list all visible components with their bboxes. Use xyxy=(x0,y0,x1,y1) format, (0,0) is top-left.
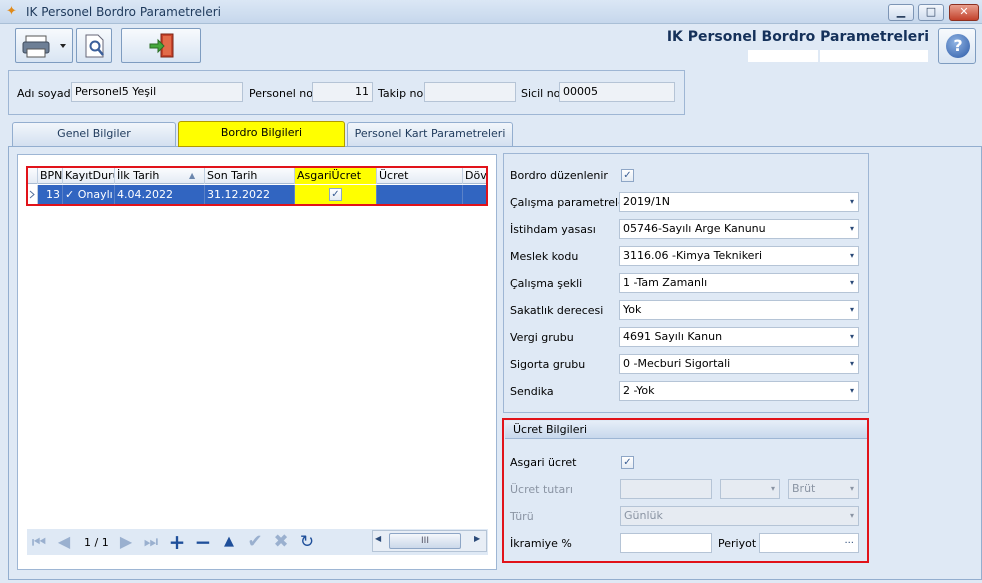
chevron-down-icon: ▾ xyxy=(849,386,854,395)
calisma-param-label: Çalışma parametreleri xyxy=(510,196,633,209)
close-button[interactable]: ✕ xyxy=(949,4,979,21)
chevron-down-icon: ▾ xyxy=(849,278,854,287)
sendika-label: Sendika xyxy=(510,385,554,398)
sigorta-label: Sigorta grubu xyxy=(510,358,586,371)
bordro-duzenlenir-label: Bordro düzenlenir xyxy=(510,169,608,182)
calisma-sekli-select[interactable]: 1 -Tam Zamanlı ▾ xyxy=(619,273,859,293)
maximize-button[interactable]: □ xyxy=(918,4,944,21)
grid-highlight-box xyxy=(26,166,488,206)
pager-text: 1 / 1 xyxy=(84,536,109,549)
chevron-down-icon: ▾ xyxy=(849,332,854,341)
minimize-button[interactable]: ▁ xyxy=(888,4,914,21)
exit-door-icon xyxy=(149,33,174,58)
prev-record-icon[interactable]: ◀ xyxy=(54,532,74,552)
first-record-icon[interactable]: ⏮ xyxy=(29,532,49,552)
sicil-no-field[interactable]: 00005 xyxy=(559,82,675,102)
sigorta-select[interactable]: 0 -Mecburi Sigortali ▾ xyxy=(619,354,859,374)
vergi-label: Vergi grubu xyxy=(510,331,574,344)
scroll-right-icon[interactable]: ▶ xyxy=(474,534,480,543)
personel-no-label: Personel no xyxy=(249,87,313,100)
calisma-sekli-label: Çalışma şekli xyxy=(510,277,583,290)
preview-button[interactable] xyxy=(76,28,112,63)
delete-record-icon[interactable]: − xyxy=(193,532,213,552)
window-title: IK Personel Bordro Parametreleri xyxy=(26,5,221,19)
refresh-icon[interactable]: ↻ xyxy=(297,532,317,552)
edit-record-icon[interactable]: ▲ xyxy=(219,532,239,552)
meslek-label: Meslek kodu xyxy=(510,250,579,263)
chevron-down-icon: ▾ xyxy=(849,197,854,206)
print-button[interactable] xyxy=(15,28,73,63)
horizontal-scrollbar[interactable]: ◀ III ▶ xyxy=(372,530,487,552)
chevron-down-icon: ▾ xyxy=(849,251,854,260)
scroll-left-icon[interactable]: ◀ xyxy=(375,534,381,543)
name-label: Adı soyadı xyxy=(17,87,74,100)
next-record-icon[interactable]: ▶ xyxy=(116,532,136,552)
takip-no-field[interactable] xyxy=(424,82,516,102)
name-field[interactable]: Personel5 Yeşil xyxy=(71,82,243,102)
last-record-icon[interactable]: ⏭ xyxy=(141,532,161,552)
printer-icon xyxy=(22,35,66,58)
istihdam-select[interactable]: 05746-Sayılı Arge Kanunu ▾ xyxy=(619,219,859,239)
exit-button[interactable] xyxy=(121,28,201,63)
istihdam-label: İstihdam yasası xyxy=(510,223,596,236)
sakatlik-select[interactable]: Yok ▾ xyxy=(619,300,859,320)
header-strip xyxy=(820,50,928,62)
save-record-icon[interactable]: ✔ xyxy=(245,532,265,552)
chevron-down-icon: ▾ xyxy=(849,224,854,233)
help-button[interactable]: ? xyxy=(938,28,976,64)
takip-no-label: Takip no xyxy=(378,87,424,100)
page-title: IK Personel Bordro Parametreleri xyxy=(666,29,929,45)
header-strip xyxy=(748,50,818,62)
tab-personel-kart-parametreleri[interactable]: Personel Kart Parametreleri xyxy=(347,122,513,146)
help-icon: ? xyxy=(946,34,970,58)
sakatlik-label: Sakatlık derecesi xyxy=(510,304,604,317)
ucret-highlight-box xyxy=(502,418,869,563)
sendika-select[interactable]: 2 -Yok ▾ xyxy=(619,381,859,401)
document-search-icon xyxy=(85,34,104,58)
meslek-select[interactable]: 3116.06 -Kimya Teknikeri ▾ xyxy=(619,246,859,266)
chevron-down-icon: ▾ xyxy=(849,359,854,368)
personel-no-field[interactable]: 11 xyxy=(312,82,373,102)
bordro-duzenlenir-checkbox[interactable]: ✓ xyxy=(621,169,634,182)
cancel-record-icon[interactable]: ✖ xyxy=(271,532,291,552)
add-record-icon[interactable]: + xyxy=(167,532,187,552)
bordro-grid-panel xyxy=(17,154,497,570)
scroll-thumb[interactable]: III xyxy=(389,533,461,549)
sicil-no-label: Sicil no xyxy=(521,87,561,100)
vergi-select[interactable]: 4691 Sayılı Kanun ▾ xyxy=(619,327,859,347)
butterfly-app-icon: ✦ xyxy=(6,4,17,19)
calisma-param-select[interactable]: 2019/1N ▾ xyxy=(619,192,859,212)
tab-genel-bilgiler[interactable]: Genel Bilgiler xyxy=(12,122,176,146)
tab-bordro-bilgileri[interactable]: Bordro Bilgileri xyxy=(178,121,345,147)
chevron-down-icon: ▾ xyxy=(849,305,854,314)
